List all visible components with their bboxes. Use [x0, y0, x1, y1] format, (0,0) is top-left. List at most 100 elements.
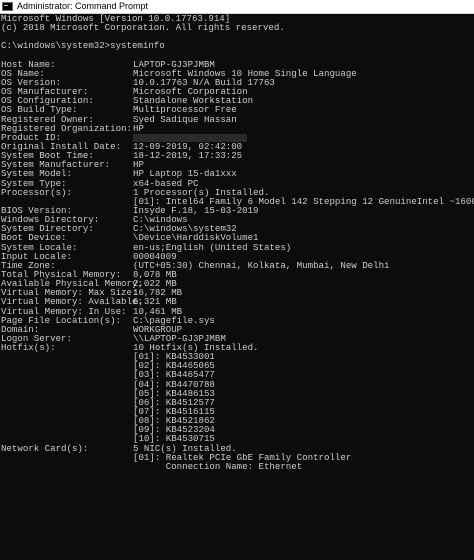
info-value: HP — [133, 123, 144, 133]
info-value: [05]: KB4486153 — [133, 388, 215, 398]
info-key: Domain: — [1, 324, 40, 334]
info-key: System Locale: — [1, 242, 78, 252]
cmd-icon — [2, 2, 13, 11]
info-key: OS Name: — [1, 68, 45, 78]
info-row-os-name: OS Name: Microsoft Windows 10 Home Singl… — [1, 69, 474, 78]
info-row-domain: Domain: WORKGROUP — [1, 325, 474, 334]
info-value: Microsoft Windows 10 Home Single Languag… — [133, 68, 357, 78]
info-row-hotfix-item: [02]: KB4465065 — [1, 361, 474, 370]
info-row-network-cards: Network Card(s): 5 NIC(s) Installed. — [1, 444, 474, 453]
info-key: Page File Location(s): — [1, 315, 122, 325]
info-value: 1 Processor(s) Installed. — [133, 187, 270, 197]
info-key: Original Install Date: — [1, 141, 122, 152]
info-key: Hotfix(s): — [1, 343, 56, 353]
info-value: Insyde F.18, 15-03-2019 — [133, 205, 259, 216]
info-value: 10,461 MB — [133, 306, 183, 316]
info-row-logon-server: Logon Server: \\LAPTOP-GJ3PJMBM — [1, 334, 474, 343]
info-row-boot-device: Boot Device: \Device\HarddiskVolume1 — [1, 233, 474, 242]
info-key: Virtual Memory: Available: — [1, 297, 143, 307]
info-value: Standalone Workstation — [133, 96, 254, 106]
info-row-os-manufacturer: OS Manufacturer: Microsoft Corporation — [1, 87, 474, 96]
info-value: C:\windows — [133, 215, 188, 225]
info-value: Syed Sadique Hassan — [133, 114, 237, 124]
console-output[interactable]: Microsoft Windows [Version 10.0.17763.91… — [0, 14, 474, 560]
info-key: System Boot Time: — [1, 151, 94, 161]
title-bar[interactable]: Administrator: Command Prompt — [0, 0, 474, 14]
info-key: OS Version: — [1, 77, 62, 88]
info-value: [01]: Intel64 Family 6 Model 142 Steppin… — [133, 196, 474, 206]
info-row-product-id: Product ID: — [1, 133, 474, 142]
info-row-network-card-item: [01]: Realtek PCIe GbE Family Controller — [1, 453, 474, 462]
info-row-system-model: System Model: HP Laptop 15-da1xxx — [1, 169, 474, 178]
info-row-hotfix-item: [07]: KB4516115 — [1, 407, 474, 416]
info-key: OS Build Type: — [1, 105, 78, 115]
info-row-system-boot-time: System Boot Time: 18-12-2019, 17:33:25 — [1, 151, 474, 160]
command-prompt-window: Administrator: Command Prompt Microsoft … — [0, 0, 474, 560]
info-row-input-locale: Input Locale: 00004009 — [1, 252, 474, 261]
info-value: WORKGROUP — [133, 324, 183, 334]
info-key: Input Locale: — [1, 251, 72, 261]
command-prompt-line: C:\windows\system32>systeminfo — [1, 41, 165, 51]
info-row-hotfix-item: [04]: KB4470788 — [1, 380, 474, 389]
info-row-hotfix-item: [05]: KB4486153 — [1, 389, 474, 398]
info-value: HP — [133, 160, 144, 170]
info-row-system-locale: System Locale: en-us;English (United Sta… — [1, 243, 474, 252]
info-key: Time Zone: — [1, 260, 56, 270]
info-value: [08]: KB4521862 — [133, 416, 215, 426]
info-key: Logon Server: — [1, 333, 72, 344]
info-row-hotfix-item: [09]: KB4523204 — [1, 425, 474, 434]
info-key: Registered Owner: — [1, 114, 94, 124]
info-key: Windows Directory: — [1, 215, 100, 225]
info-key: Boot Device: — [1, 233, 67, 243]
info-value: (UTC+05:30) Chennai, Kolkata, Mumbai, Ne… — [133, 260, 390, 270]
info-row-virtual-memory-in-use: Virtual Memory: In Use: 10,461 MB — [1, 307, 474, 316]
info-value: [04]: KB4470788 — [133, 379, 215, 389]
info-row-hotfix-item: [10]: KB4530715 — [1, 434, 474, 443]
copyright-line: (c) 2018 Microsoft Corporation. All righ… — [1, 23, 285, 33]
info-key: System Model: — [1, 169, 72, 179]
info-row-os-version: OS Version: 10.0.17763 N/A Build 17763 — [1, 78, 474, 87]
info-value: 8,078 MB — [133, 269, 177, 280]
info-row-windows-directory: Windows Directory: C:\windows — [1, 215, 474, 224]
info-row-processors: Processor(s): 1 Processor(s) Installed. — [1, 188, 474, 197]
info-value: [01]: Realtek PCIe GbE Family Controller — [133, 452, 352, 462]
version-line: Microsoft Windows [Version 10.0.17763.91… — [1, 14, 231, 24]
info-value: 10.0.17763 N/A Build 17763 — [133, 77, 275, 88]
info-value: 00004009 — [133, 251, 177, 261]
info-row-hotfix-item: [03]: KB4465477 — [1, 370, 474, 379]
info-row-system-directory: System Directory: C:\windows\system32 — [1, 224, 474, 233]
info-key: System Manufacturer: — [1, 160, 111, 170]
info-value: [06]: KB4512577 — [133, 397, 215, 408]
info-key: OS Configuration: — [1, 96, 94, 106]
info-row-system-manufacturer: System Manufacturer: HP — [1, 160, 474, 169]
info-row-virtual-memory-max: Virtual Memory: Max Size: 16,782 MB — [1, 288, 474, 297]
info-row-hotfix-item: [01]: KB4533001 — [1, 352, 474, 361]
info-row-network-card-connection: Connection Name: Ethernet — [1, 462, 474, 471]
info-value: [10]: KB4530715 — [133, 434, 215, 444]
info-key: Virtual Memory: In Use: — [1, 306, 127, 316]
info-row-page-file-location: Page File Location(s): C:\pagefile.sys — [1, 316, 474, 325]
info-value: [03]: KB4465477 — [133, 370, 215, 380]
info-value: HP Laptop 15-da1xxx — [133, 169, 237, 179]
info-row-time-zone: Time Zone: (UTC+05:30) Chennai, Kolkata,… — [1, 261, 474, 270]
info-key: Processor(s): — [1, 187, 72, 197]
info-value: Microsoft Corporation — [133, 87, 248, 97]
info-row-hotfix-item: [08]: KB4521862 — [1, 416, 474, 425]
info-row-registered-organization: Registered Organization: HP — [1, 124, 474, 133]
info-value: x64-based PC — [133, 178, 199, 188]
info-value: [07]: KB4516115 — [133, 407, 215, 417]
info-key: System Type: — [1, 178, 67, 188]
info-value: 18-12-2019, 17:33:25 — [133, 151, 243, 161]
info-row-processor-detail: [01]: Intel64 Family 6 Model 142 Steppin… — [1, 197, 474, 206]
info-row-registered-owner: Registered Owner: Syed Sadique Hassan — [1, 115, 474, 124]
info-row-os-configuration: OS Configuration: Standalone Workstation — [1, 96, 474, 105]
info-row-os-build-type: OS Build Type: Multiprocessor Free — [1, 105, 474, 114]
info-key: Virtual Memory: Max Size: — [1, 288, 138, 298]
info-key: Network Card(s): — [1, 443, 89, 453]
info-key: System Directory: — [1, 224, 94, 234]
info-value: \\LAPTOP-GJ3PJMBM — [133, 333, 226, 344]
info-row-bios-version: BIOS Version: Insyde F.18, 15-03-2019 — [1, 206, 474, 215]
info-value: 2,022 MB — [133, 279, 177, 289]
info-value: 16,782 MB — [133, 288, 183, 298]
